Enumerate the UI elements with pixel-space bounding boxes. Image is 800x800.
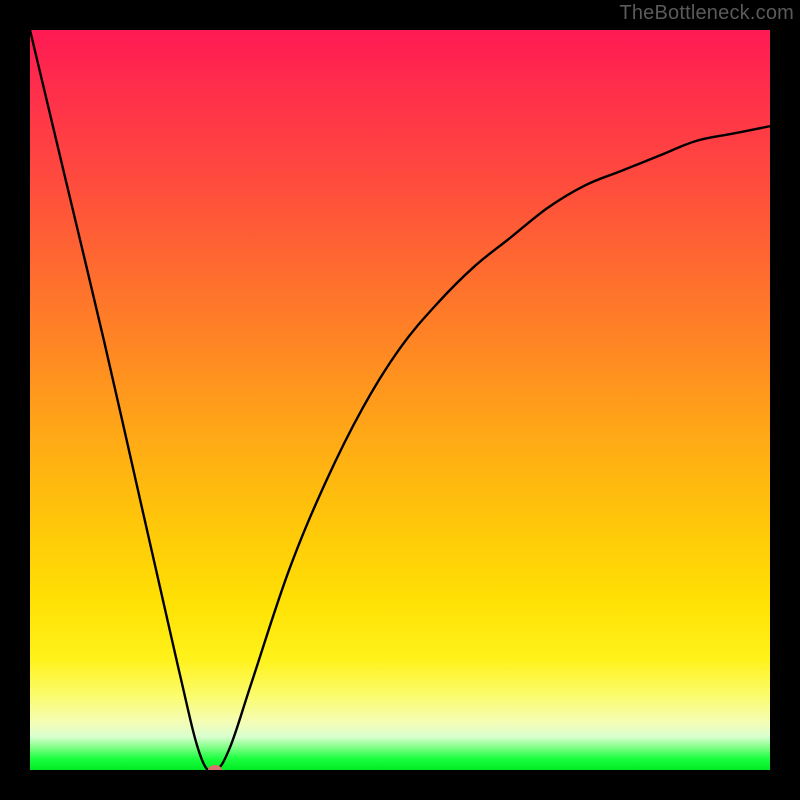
watermark-text: TheBottleneck.com bbox=[619, 2, 794, 25]
plot-area bbox=[30, 30, 770, 770]
chart-frame: TheBottleneck.com bbox=[0, 0, 800, 800]
minimum-marker bbox=[208, 765, 222, 770]
bottleneck-curve bbox=[30, 30, 770, 770]
